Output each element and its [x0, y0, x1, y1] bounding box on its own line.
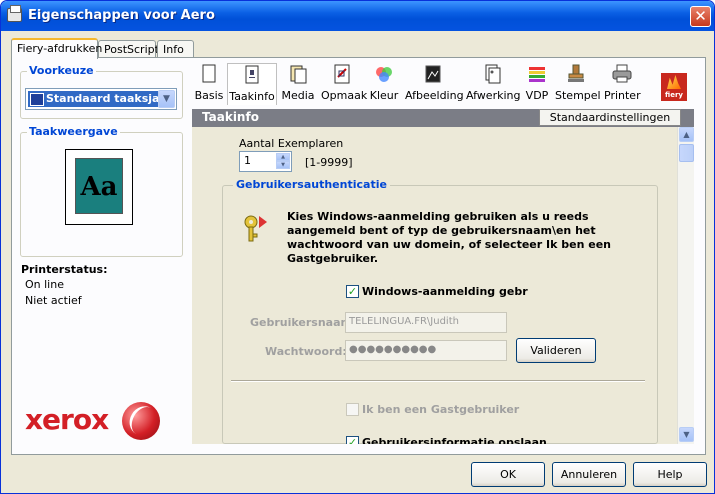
printer-status-idle: Niet actief [25, 294, 82, 307]
ok-button[interactable]: OK [471, 462, 545, 487]
toolbar-printer[interactable]: Printer [604, 63, 641, 105]
section-title: Taakinfo [202, 110, 259, 124]
scroll-down-icon[interactable]: ▼ [679, 427, 694, 442]
username-field[interactable]: TELELINGUA.FR\Judith [345, 312, 507, 333]
preview-label: Taakweergave [27, 125, 120, 138]
toolbar-vdp-label: VDP [525, 89, 549, 102]
vdp-icon [529, 67, 545, 82]
auth-description: Kies Windows-aanmelding gebruiken als u … [287, 210, 611, 265]
toolbar-kleur[interactable]: Kleur [369, 63, 399, 105]
scroll-up-icon[interactable]: ▲ [679, 127, 694, 142]
cancel-button[interactable]: Annuleren [552, 462, 626, 487]
xerox-sphere-icon [122, 402, 160, 440]
username-label: Gebruikersnaam: [250, 316, 357, 329]
layout-icon [334, 64, 350, 84]
toolbar-taakinfo[interactable]: Taakinfo [227, 63, 277, 105]
arrow-down-icon[interactable]: ▼ [276, 161, 290, 169]
image-icon [425, 65, 441, 83]
toolbar-media-label: Media [281, 89, 315, 102]
vertical-scrollbar[interactable]: ▲ ▼ [677, 127, 694, 444]
windows-login-checkbox[interactable]: ✓ [346, 285, 359, 298]
tab-info[interactable]: Info [157, 40, 194, 58]
help-button[interactable]: Help [633, 462, 707, 487]
windows-login-label: Windows-aanmelding gebruiken [362, 285, 528, 298]
properties-dialog: Eigenschappen voor Aero ✕ Fiery-afdrukke… [0, 0, 715, 494]
printer-icon [612, 64, 632, 83]
chevron-down-icon[interactable]: ▼ [158, 90, 175, 108]
color-icon [376, 67, 392, 82]
preset-label: Voorkeuze [27, 64, 96, 77]
stamp-icon [568, 64, 584, 82]
toolbar-printer-label: Printer [604, 89, 641, 102]
toolbar-afwerking[interactable]: Afwerking [466, 63, 520, 105]
toolbar-opmaak[interactable]: Opmaak [321, 63, 367, 105]
media-icon [290, 65, 307, 84]
title-bar[interactable]: Eigenschappen voor Aero ✕ [1, 1, 714, 31]
guest-label: Ik ben een Gastgebruiker [362, 403, 520, 416]
key-icon [244, 215, 267, 242]
toolbar-basis[interactable]: Basis [194, 63, 224, 105]
password-label: Wachtwoord: [265, 345, 347, 358]
arrow-up-icon[interactable]: ▲ [276, 153, 290, 161]
toolbar-taakinfo-label: Taakinfo [229, 90, 275, 103]
job-preview: Aa [65, 149, 133, 225]
scroll-thumb[interactable] [679, 144, 694, 162]
copies-stepper[interactable]: 1 ▲ ▼ [239, 151, 292, 172]
printer-status-online: On line [25, 278, 64, 291]
tab-postscript[interactable]: PostScript [98, 40, 159, 58]
copies-stepper-buttons[interactable]: ▲ ▼ [276, 153, 290, 170]
toolbar-basis-label: Basis [194, 89, 224, 102]
xerox-logo: xerox [25, 403, 109, 436]
preset-dropdown[interactable]: Standaard taaksjab ▼ [25, 88, 177, 110]
guest-checkbox[interactable] [346, 403, 359, 416]
auth-group-title: Gebruikersauthenticatie [233, 178, 390, 191]
printer-status-label: Printerstatus: [21, 263, 108, 276]
password-field[interactable]: ●●●●●●●●●● [345, 340, 507, 361]
toolbar-stempel-label: Stempel [555, 89, 601, 102]
preset-value: Standaard taaksjab [28, 91, 158, 107]
toolbar-afbeelding[interactable]: Afbeelding [405, 63, 464, 105]
toolbar-opmaak-label: Opmaak [321, 89, 368, 102]
taakinfo-content: Aantal Exemplaren 1 ▲ ▼ [1-9999] Gebruik… [192, 127, 677, 444]
copies-range: [1-9999] [305, 156, 353, 169]
toolbar-afwerking-label: Afwerking [466, 89, 521, 102]
window-title: Eigenschappen voor Aero [28, 8, 215, 23]
toolbar-afbeelding-label: Afbeelding [405, 89, 464, 102]
tab-fiery-printing[interactable]: Fiery-afdrukken [11, 38, 102, 59]
save-user-info-label: Gebruikersinformatie opslaan [362, 436, 547, 444]
printer-icon [7, 5, 22, 22]
toolbar-stempel[interactable]: Stempel [555, 63, 601, 105]
toolbar-kleur-label: Kleur [369, 89, 399, 102]
job-info-icon [245, 65, 259, 84]
fiery-logo: fiery [661, 73, 687, 101]
page-icon [202, 64, 216, 83]
close-button[interactable]: ✕ [690, 6, 711, 27]
toolbar-media[interactable]: Media [281, 63, 315, 105]
copies-value: 1 [244, 154, 251, 167]
copies-label: Aantal Exemplaren [239, 137, 344, 150]
auth-group: Gebruikersauthenticatie Kies Windows-aan… [222, 178, 658, 444]
preview-sample-text: Aa [75, 158, 123, 214]
toolbar-vdp[interactable]: VDP [524, 63, 550, 105]
finishing-icon [485, 64, 501, 84]
divider [231, 380, 645, 382]
defaults-button[interactable]: Standaardinstellingen [539, 109, 681, 126]
validate-button[interactable]: Valideren [516, 338, 596, 363]
save-user-info-checkbox[interactable]: ✓ [346, 436, 359, 444]
